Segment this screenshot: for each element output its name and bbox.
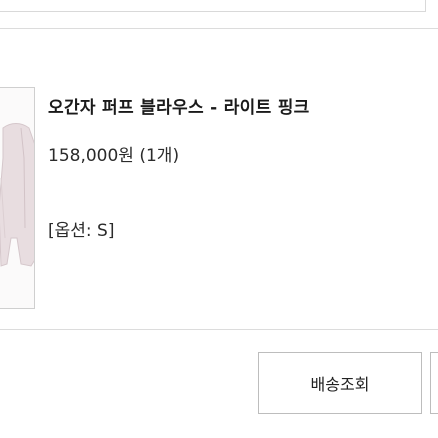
price-line: 158,000원 (1개) (48, 141, 179, 166)
option-value: [옵션: S] (48, 221, 115, 241)
blouse-photo-icon (0, 88, 34, 308)
next-action-button[interactable] (430, 352, 438, 414)
previous-card-edge (0, 0, 426, 12)
quantity-value: (1개) (139, 146, 180, 166)
track-delivery-button[interactable]: 배송조회 (258, 352, 422, 414)
product-thumbnail[interactable] (0, 87, 35, 309)
order-item-page: 오간자 퍼프 블라우스 - 라이트 핑크 158,000원 (1개) [옵션: … (0, 0, 438, 438)
product-name[interactable]: 오간자 퍼프 블라우스 - 라이트 핑크 (48, 93, 310, 118)
order-item-card: 오간자 퍼프 블라우스 - 라이트 핑크 158,000원 (1개) [옵션: … (0, 28, 438, 330)
price-value: 158,000원 (48, 146, 134, 166)
